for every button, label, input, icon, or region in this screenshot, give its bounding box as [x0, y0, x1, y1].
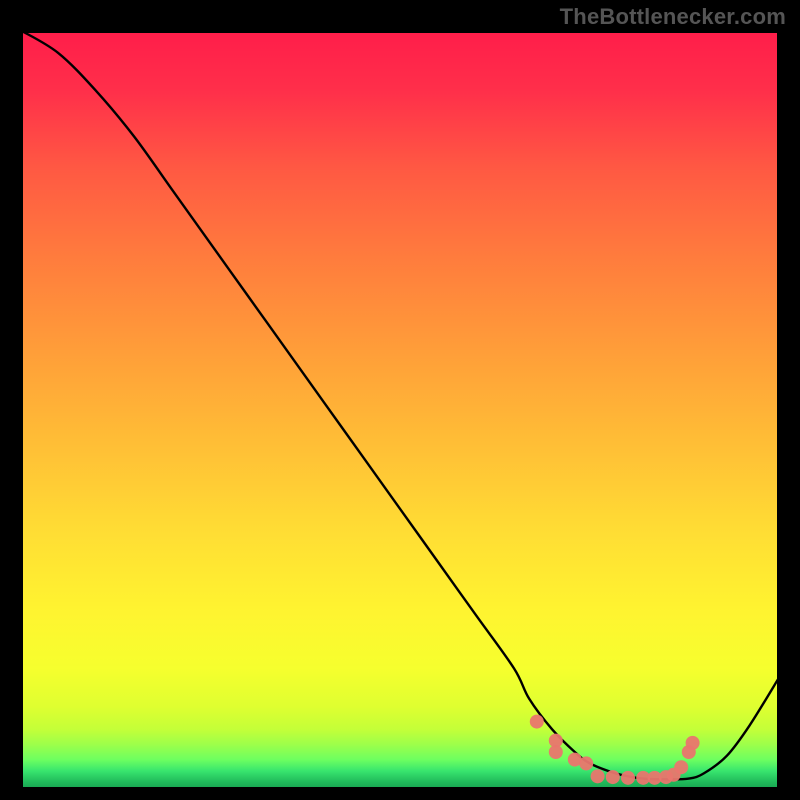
marker-dot [606, 770, 620, 784]
marker-dot [621, 771, 635, 785]
plot-frame [20, 30, 780, 790]
marker-dot [591, 769, 605, 783]
marker-dot [686, 736, 700, 750]
watermark-text: TheBottlenecker.com [560, 4, 786, 30]
marker-dot [549, 745, 563, 759]
chart-svg [20, 30, 780, 790]
marker-dot [530, 715, 544, 729]
chart-background [20, 30, 780, 790]
marker-dot [579, 756, 593, 770]
marker-dot [674, 760, 688, 774]
stage: TheBottlenecker.com [0, 0, 800, 800]
